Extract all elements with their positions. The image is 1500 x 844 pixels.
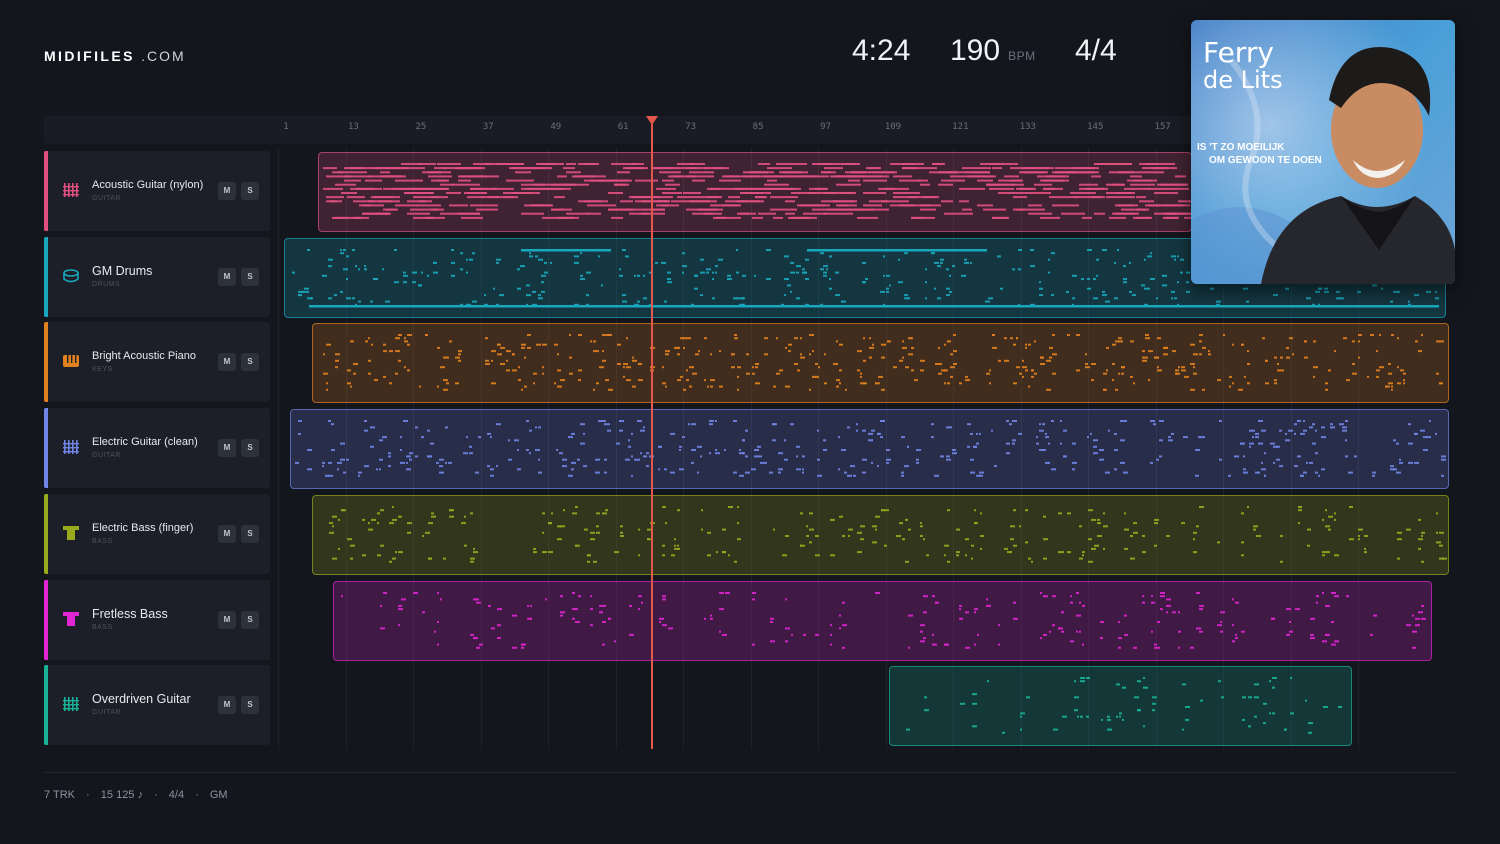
track-category: BASS [92,537,113,545]
bass-icon [62,524,80,542]
track-color-bar [44,665,48,746]
track-category: GUITAR [92,452,121,460]
solo-button[interactable]: S [241,267,259,286]
mute-button[interactable]: M [218,610,236,629]
mute-button[interactable]: M [218,696,236,715]
track-color-bar [44,151,48,231]
guitar-grid-icon [62,695,80,713]
track-name: Electric Guitar (clean) [92,436,198,449]
mute-button[interactable]: M [218,524,236,543]
track-name: GM Drums [92,263,153,278]
ruler-tick: 157 [1154,122,1171,132]
mute-button[interactable]: M [218,439,236,458]
solo-button[interactable]: S [241,182,259,200]
track-name: Acoustic Guitar (nylon) [92,179,204,191]
track-header[interactable]: Electric Bass (finger) BASS M S [44,493,270,574]
album-artist-line1: Ferry [1203,36,1274,69]
solo-button[interactable]: S [241,439,259,458]
solo-button[interactable]: S [241,524,259,543]
track-header[interactable]: Acoustic Guitar (nylon) GUITAR M S [44,151,270,231]
mute-button[interactable]: M [218,267,236,286]
ruler-tick: 61 [617,122,629,132]
track-color-bar [44,579,48,660]
meter-display: 4/4 [1075,34,1117,67]
mute-button[interactable]: M [218,182,236,200]
time-display: 4:24 [852,34,911,67]
playhead-marker[interactable] [646,116,659,125]
mute-button[interactable]: M [218,353,236,372]
track-color-bar [44,493,48,574]
footer-meter: 4/4 [168,789,185,801]
ruler-tick: 37 [482,122,494,132]
tempo-display: 190 BPM [950,34,1036,67]
track-color-bar [44,236,48,317]
solo-button[interactable]: S [241,610,259,629]
guitar-grid-icon [62,181,80,199]
track-header[interactable]: Fretless Bass BASS M S [44,579,270,660]
ruler-tick: 133 [1019,122,1036,132]
track-name: Overdriven Guitar [92,692,191,707]
footer-separator: · [195,789,199,801]
logo: MIDIFILES .COM [44,48,186,64]
ruler-tick: 49 [550,122,562,132]
ruler-tick: 73 [685,122,697,132]
track-name: Electric Bass (finger) [92,521,194,534]
midi-clip[interactable] [889,666,1352,747]
album-title-line2: OM GEWOON TE DOEN [1209,155,1322,166]
track-header[interactable]: Electric Guitar (clean) GUITAR M S [44,408,270,489]
guitar-grid-icon [62,438,80,456]
playhead[interactable] [651,124,654,749]
solo-button[interactable]: S [241,353,259,372]
solo-button[interactable]: S [241,696,259,715]
footer-separator: · [86,789,90,801]
midi-clip[interactable] [312,323,1449,404]
footer-note-count: 15 125 ♪ [100,789,143,801]
ruler-tick: 13 [348,122,359,132]
track-header[interactable]: Overdriven Guitar GUITAR M S [44,665,270,746]
album-title-line1: IS 'T ZO MOEILIJK [1197,142,1285,153]
piano-keys-icon [62,352,80,370]
ruler-tick: 145 [1087,122,1104,132]
grid-line [278,148,279,750]
ruler-tick: 1 [283,122,289,132]
track-header[interactable]: Bright Acoustic Piano KEYS M S [44,322,270,403]
footer-track-count: 7 TRK [44,789,75,801]
midi-clip[interactable] [312,494,1449,575]
track-name: Bright Acoustic Piano [92,350,196,363]
bass-icon [62,610,80,628]
midi-clip[interactable] [290,409,1449,490]
ruler-tick: 109 [884,122,902,132]
footer-separator: · [154,789,158,801]
track-category: KEYS [92,366,113,374]
footer-standard: GM [209,789,228,801]
status-footer: 7 TRK · 15 125 ♪ · 4/4 · GM [44,789,228,801]
footer-divider [44,772,1456,773]
track-name: Fretless Bass [92,606,168,621]
album-artist-line2: de Lits [1203,66,1283,94]
track-category: GUITAR [92,709,121,717]
ruler-tick: 85 [752,122,764,132]
ruler-tick: 121 [952,122,969,132]
track-header[interactable]: GM Drums DRUMS M S [44,236,270,317]
ruler-tick: 25 [415,122,427,132]
track-category: BASS [92,623,113,631]
track-color-bar [44,322,48,403]
track-category: DRUMS [92,280,121,288]
track-category: GUITAR [92,195,121,202]
drum-icon [62,267,80,285]
album-cover: Ferry de Lits IS 'T ZO MOEILIJK OM GEWOO… [1191,20,1455,284]
track-color-bar [44,408,48,489]
midi-clip[interactable] [318,152,1192,232]
ruler-tick: 97 [820,122,831,132]
midi-clip[interactable] [333,580,1432,661]
